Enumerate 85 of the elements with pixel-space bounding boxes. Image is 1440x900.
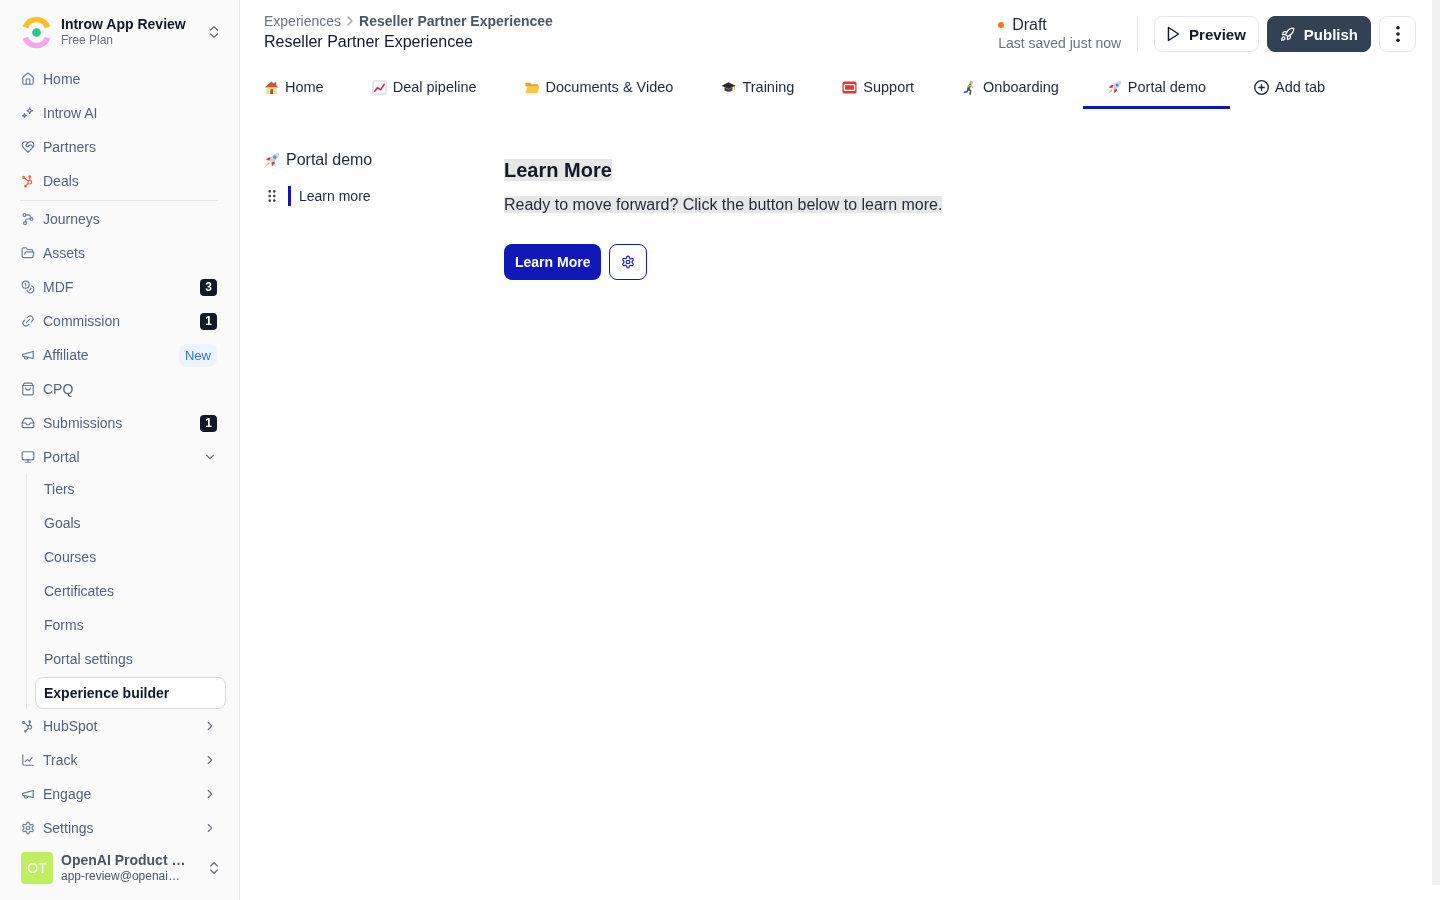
sidebar-item[interactable]: CPQ bbox=[12, 372, 226, 406]
more-icon bbox=[1395, 26, 1400, 42]
line-chart-icon bbox=[21, 753, 35, 767]
save-status: Last saved just now bbox=[998, 34, 1122, 52]
plan-label: Free Plan bbox=[61, 33, 115, 48]
sidebar-item[interactable]: Assets bbox=[12, 236, 226, 270]
megaphone-icon bbox=[21, 787, 35, 801]
sprocket-icon bbox=[21, 719, 35, 733]
more-button[interactable] bbox=[1379, 16, 1416, 52]
home-icon bbox=[21, 72, 35, 86]
tab[interactable]: Training bbox=[697, 68, 819, 109]
rocket-icon bbox=[1106, 79, 1122, 95]
house-icon bbox=[264, 79, 279, 95]
heart-icon bbox=[21, 140, 35, 154]
sprocket-icon bbox=[21, 174, 35, 188]
graduation-cap-icon bbox=[721, 79, 737, 95]
sidebar-item[interactable]: Tiers bbox=[35, 473, 226, 505]
sidebar-item[interactable]: HubSpot bbox=[12, 709, 226, 743]
user-email: app-review@openai… bbox=[61, 869, 181, 884]
sidebar-item[interactable]: Forms bbox=[35, 609, 226, 641]
page-title: Reseller Partner Experiencee bbox=[264, 32, 474, 52]
sparkle-icon bbox=[21, 106, 35, 120]
sidebar-item[interactable]: Commission 1 bbox=[12, 304, 226, 338]
chain-icon bbox=[21, 314, 35, 328]
alert-tile-icon bbox=[842, 79, 858, 95]
inbox-icon bbox=[21, 416, 35, 430]
megaphone-icon bbox=[21, 348, 35, 362]
sidebar-item[interactable]: Introw AI bbox=[12, 96, 226, 130]
bag-icon bbox=[21, 382, 35, 396]
add-tab-button[interactable]: Add tab bbox=[1230, 68, 1350, 109]
tab[interactable]: Onboarding bbox=[938, 68, 1083, 109]
breadcrumb-link[interactable]: Experiences bbox=[264, 11, 342, 31]
sidebar-item[interactable]: MDF 3 bbox=[12, 270, 226, 304]
sidebar-item[interactable]: Deals bbox=[12, 164, 226, 198]
sidebar-item[interactable]: Affiliate New bbox=[12, 338, 226, 372]
block-text: Ready to move forward? Click the button below to learn more. bbox=[504, 196, 943, 213]
plus-circle-icon bbox=[1254, 79, 1270, 95]
block-heading: Learn More bbox=[504, 159, 612, 181]
rocket-icon bbox=[264, 152, 280, 168]
settings-button[interactable] bbox=[609, 244, 648, 280]
sidebar-item[interactable]: Partners bbox=[12, 130, 226, 164]
workspace-name: Introw App Review bbox=[61, 16, 187, 33]
sidebar-item[interactable]: Track bbox=[12, 743, 226, 777]
sidebar-item[interactable]: Submissions 1 bbox=[12, 406, 226, 440]
status-label: Draft bbox=[1012, 16, 1047, 34]
tab[interactable]: Home bbox=[240, 68, 348, 109]
settings-icon bbox=[621, 255, 636, 269]
tab[interactable]: Portal demo bbox=[1082, 68, 1231, 109]
cta-button[interactable]: Learn More bbox=[504, 244, 602, 280]
sidebar-item[interactable]: Engage bbox=[12, 777, 226, 811]
folder-icon bbox=[21, 246, 35, 260]
sidebar-item[interactable]: Portal settings bbox=[35, 643, 226, 675]
grip-icon[interactable] bbox=[268, 190, 276, 202]
chart-icon bbox=[371, 79, 387, 95]
page-tree-title: Portal demo bbox=[286, 150, 373, 170]
rocket-icon bbox=[1279, 26, 1295, 42]
play-icon bbox=[1167, 26, 1181, 42]
nodes-icon bbox=[21, 212, 35, 226]
count-badge: 3 bbox=[200, 278, 217, 296]
count-badge: 1 bbox=[200, 312, 217, 330]
sidebar-item[interactable]: Certificates bbox=[35, 575, 226, 607]
publish-button[interactable]: Publish bbox=[1266, 16, 1371, 52]
sidebar-item[interactable]: Journeys bbox=[12, 202, 226, 236]
chevron-right-icon bbox=[346, 15, 355, 27]
monitor-icon bbox=[21, 450, 35, 464]
tab[interactable]: Documents & Video bbox=[500, 68, 698, 109]
sidebar-item[interactable]: Home bbox=[12, 62, 226, 96]
tab[interactable]: Support bbox=[818, 68, 939, 109]
breadcrumb-current: Reseller Partner Experiencee bbox=[359, 12, 553, 31]
logo-icon bbox=[20, 15, 53, 49]
user-name: OpenAI Product … bbox=[61, 852, 187, 869]
count-badge: 1 bbox=[200, 414, 217, 432]
coins-icon bbox=[21, 280, 35, 294]
sidebar-item[interactable]: Experience builder bbox=[35, 677, 226, 709]
status-dot-icon bbox=[998, 22, 1005, 28]
sidebar-item[interactable]: Settings bbox=[12, 811, 226, 845]
page-tree-item[interactable]: Learn more bbox=[288, 186, 371, 206]
preview-button[interactable]: Preview bbox=[1154, 16, 1259, 52]
sidebar-item[interactable]: Goals bbox=[35, 507, 226, 539]
avatar: OT bbox=[21, 852, 53, 884]
new-tag: New bbox=[179, 343, 217, 367]
sidebar-item[interactable]: Portal bbox=[12, 440, 226, 474]
settings-icon bbox=[21, 821, 35, 835]
sidebar-item[interactable]: Courses bbox=[35, 541, 226, 573]
tab[interactable]: Deal pipeline bbox=[347, 68, 501, 109]
